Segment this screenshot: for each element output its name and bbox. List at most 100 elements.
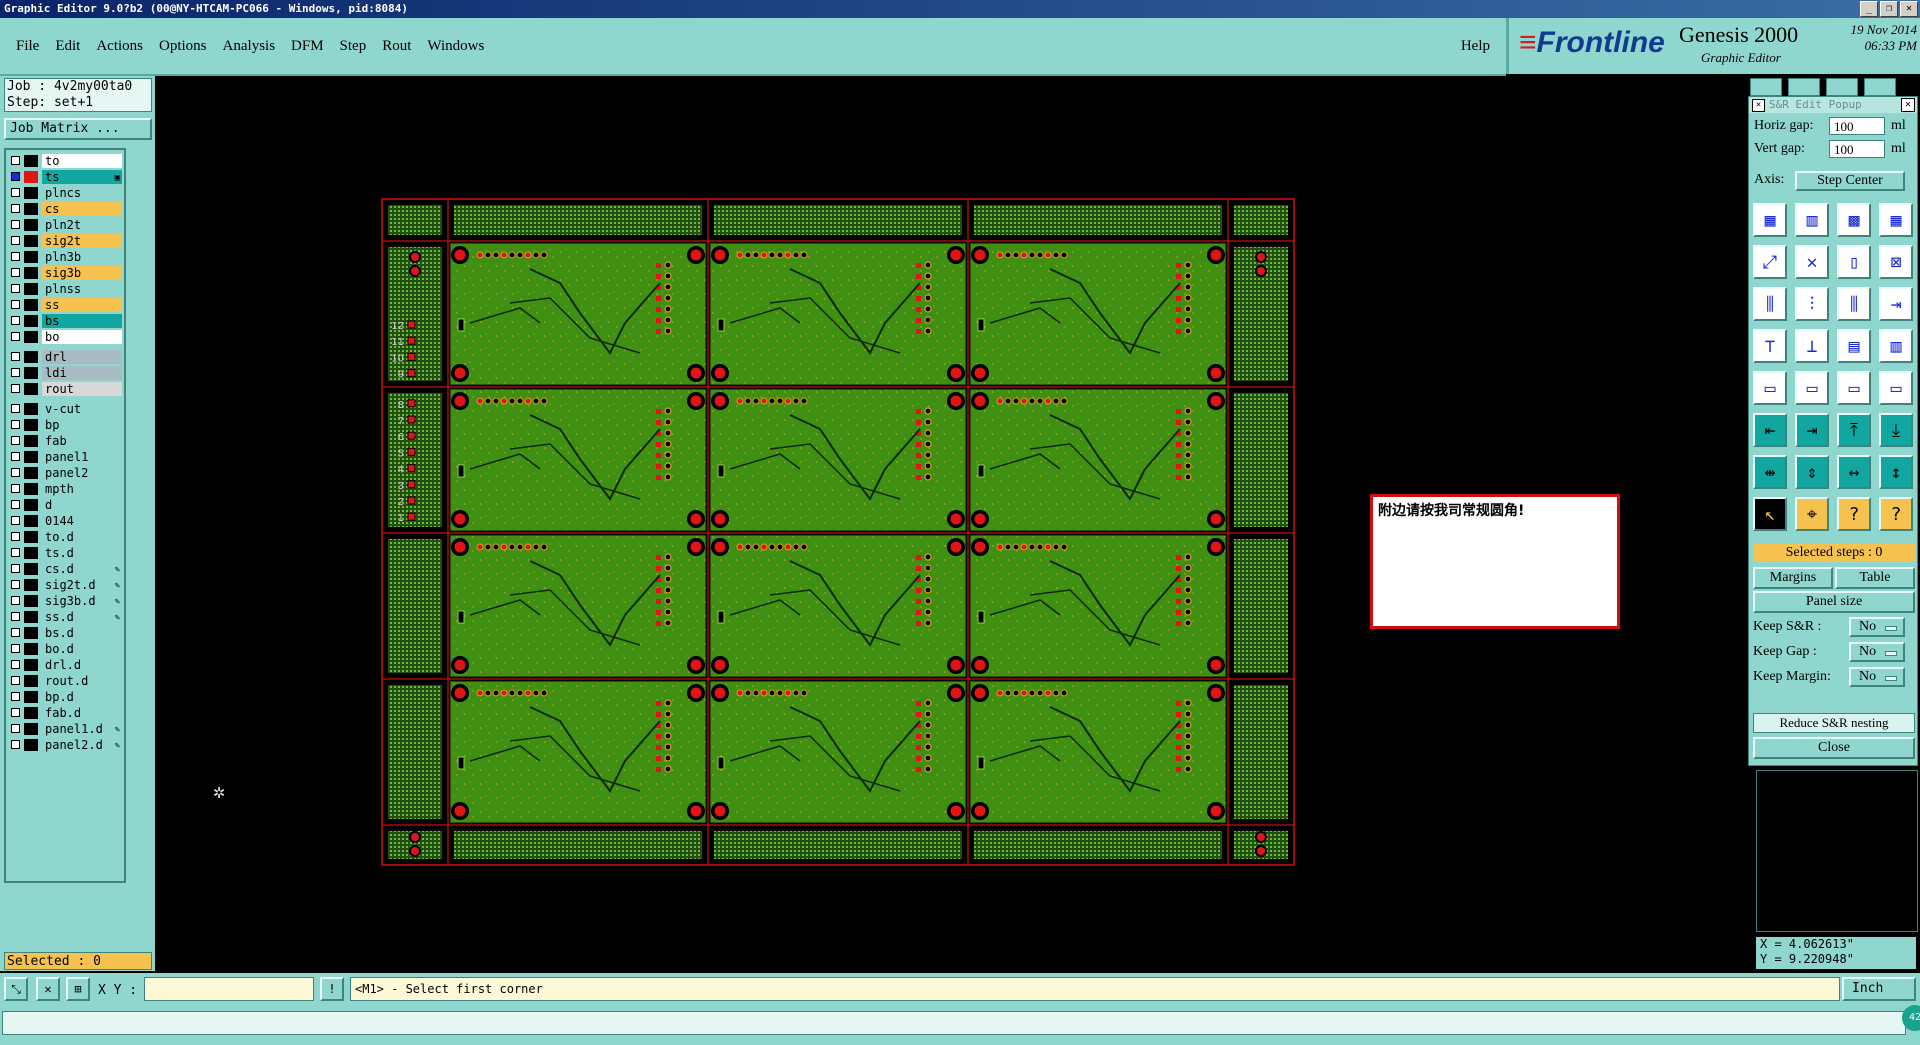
query-icon[interactable]: ?: [1837, 497, 1871, 531]
layer-name[interactable]: bp.d: [42, 690, 122, 704]
layer-checkbox[interactable]: [11, 564, 20, 573]
layer-color-swatch[interactable]: [24, 403, 38, 415]
unit-select[interactable]: Inch: [1842, 977, 1916, 1001]
layer-color-swatch[interactable]: [24, 499, 38, 511]
layer-row-sig3b-d[interactable]: sig3b.d ✎: [8, 594, 124, 608]
layer-row-cs-d[interactable]: cs.d ✎: [8, 562, 124, 576]
arrow-down-icon[interactable]: ⤓: [1879, 413, 1913, 447]
layer-row-ts-d[interactable]: ts.d: [8, 546, 124, 560]
grid-mixed-icon[interactable]: ▩: [1837, 203, 1871, 237]
layer-name[interactable]: pln2t: [42, 218, 122, 232]
menu-edit[interactable]: Edit: [55, 38, 80, 55]
layer-color-swatch[interactable]: [24, 331, 38, 343]
info-icon[interactable]: !: [320, 977, 344, 1001]
rotate-step-icon[interactable]: ⤢: [1753, 245, 1787, 279]
layer-checkbox[interactable]: [11, 628, 20, 637]
vert-gap-input[interactable]: 100: [1829, 140, 1885, 158]
layer-checkbox[interactable]: [11, 420, 20, 429]
layer-color-swatch[interactable]: [24, 595, 38, 607]
layer-name[interactable]: ts.d: [42, 546, 122, 560]
layer-color-swatch[interactable]: [24, 187, 38, 199]
layer-color-swatch[interactable]: [24, 203, 38, 215]
tree-alt-icon[interactable]: ⊥: [1795, 329, 1829, 363]
layer-name[interactable]: sig3b.d ✎: [42, 594, 122, 608]
layer-color-swatch[interactable]: [24, 739, 38, 751]
menu-file[interactable]: File: [16, 38, 39, 55]
layer-checkbox[interactable]: [11, 368, 20, 377]
layer-name[interactable]: panel1: [42, 450, 122, 464]
layer-color-swatch[interactable]: [24, 219, 38, 231]
layer-color-swatch[interactable]: [24, 367, 38, 379]
layer-checkbox[interactable]: [11, 352, 20, 361]
layer-row-pln2t[interactable]: pln2t: [8, 218, 124, 232]
layer-color-swatch[interactable]: [24, 155, 38, 167]
layer-name[interactable]: d: [42, 498, 122, 512]
layer-name[interactable]: sig3b: [42, 266, 122, 280]
layer-row-mpth[interactable]: mpth: [8, 482, 124, 496]
menu-help[interactable]: Help: [1461, 38, 1490, 55]
layer-row-cs[interactable]: cs: [8, 202, 124, 216]
panel-size-button[interactable]: Panel size: [1753, 591, 1915, 613]
note-textbox[interactable]: 附边请按我司常规圆角!: [1370, 494, 1620, 629]
layer-name[interactable]: cs: [42, 202, 122, 216]
keep-sr-select[interactable]: No: [1849, 617, 1905, 637]
layer-color-swatch[interactable]: [24, 383, 38, 395]
layer-name[interactable]: mpth: [42, 482, 122, 496]
pcb-panel[interactable]: 12 11 10 9 8 7 6 5 4 3 2 1: [222, 122, 1302, 882]
menu-options[interactable]: Options: [159, 38, 207, 55]
layer-checkbox[interactable]: [11, 300, 20, 309]
layer-checkbox[interactable]: [11, 516, 20, 525]
select-step-icon[interactable]: ⌖: [1795, 497, 1829, 531]
layer-checkbox[interactable]: [11, 172, 20, 181]
menu-dfm[interactable]: DFM: [291, 38, 324, 55]
layer-row-ss[interactable]: ss: [8, 298, 124, 312]
layer-row-sig3b[interactable]: sig3b: [8, 266, 124, 280]
split-mixed-icon[interactable]: ⫼: [1837, 287, 1871, 321]
layer-checkbox[interactable]: [11, 188, 20, 197]
layer-checkbox[interactable]: [11, 740, 20, 749]
layer-row-plncs[interactable]: plncs: [8, 186, 124, 200]
layer-row-to[interactable]: to: [8, 154, 124, 168]
layer-checkbox[interactable]: [11, 252, 20, 261]
layer-checkbox[interactable]: [11, 708, 20, 717]
tree-icon[interactable]: ⊤: [1753, 329, 1787, 363]
layer-checkbox[interactable]: [11, 644, 20, 653]
layer-checkbox[interactable]: [11, 220, 20, 229]
layer-checkbox[interactable]: [11, 384, 20, 393]
layer-checkbox[interactable]: [11, 580, 20, 589]
layer-checkbox[interactable]: [11, 468, 20, 477]
spread-h-icon[interactable]: ⇹: [1753, 455, 1787, 489]
layer-name[interactable]: drl.d: [42, 658, 122, 672]
layer-name[interactable]: ss: [42, 298, 122, 312]
layer-color-swatch[interactable]: [24, 531, 38, 543]
layer-row-d[interactable]: d: [8, 498, 124, 512]
layer-color-swatch[interactable]: [24, 675, 38, 687]
compress-h-icon[interactable]: ↔: [1837, 455, 1871, 489]
layer-color-swatch[interactable]: [24, 171, 38, 183]
layer-name[interactable]: bp: [42, 418, 122, 432]
layer-checkbox[interactable]: [11, 436, 20, 445]
layer-name[interactable]: sig2t.d ✎: [42, 578, 122, 592]
menu-step[interactable]: Step: [340, 38, 367, 55]
popup-menu-icon[interactable]: ✕: [1752, 99, 1765, 112]
stack-col-icon[interactable]: ▭: [1879, 371, 1913, 405]
margins-button[interactable]: Margins: [1753, 567, 1833, 589]
layer-row-panel2[interactable]: panel2: [8, 466, 124, 480]
layer-color-swatch[interactable]: [24, 643, 38, 655]
layer-row-bs-d[interactable]: bs.d: [8, 626, 124, 640]
layer-name[interactable]: plncs: [42, 186, 122, 200]
layer-color-swatch[interactable]: [24, 315, 38, 327]
zoom-out-icon[interactable]: ✕: [36, 977, 60, 1001]
layer-color-swatch[interactable]: [24, 251, 38, 263]
menu-actions[interactable]: Actions: [96, 38, 143, 55]
layer-name[interactable]: v-cut: [42, 402, 122, 416]
layer-name[interactable]: to.d: [42, 530, 122, 544]
layer-name[interactable]: fab: [42, 434, 122, 448]
move-step-icon[interactable]: ⇥: [1879, 287, 1913, 321]
layer-row-bs[interactable]: bs: [8, 314, 124, 328]
layer-row-bo[interactable]: bo: [8, 330, 124, 344]
layer-checkbox[interactable]: [11, 660, 20, 669]
toolbar-button-3[interactable]: [1826, 78, 1858, 96]
layer-checkbox[interactable]: [11, 404, 20, 413]
layer-name[interactable]: rout.d: [42, 674, 122, 688]
